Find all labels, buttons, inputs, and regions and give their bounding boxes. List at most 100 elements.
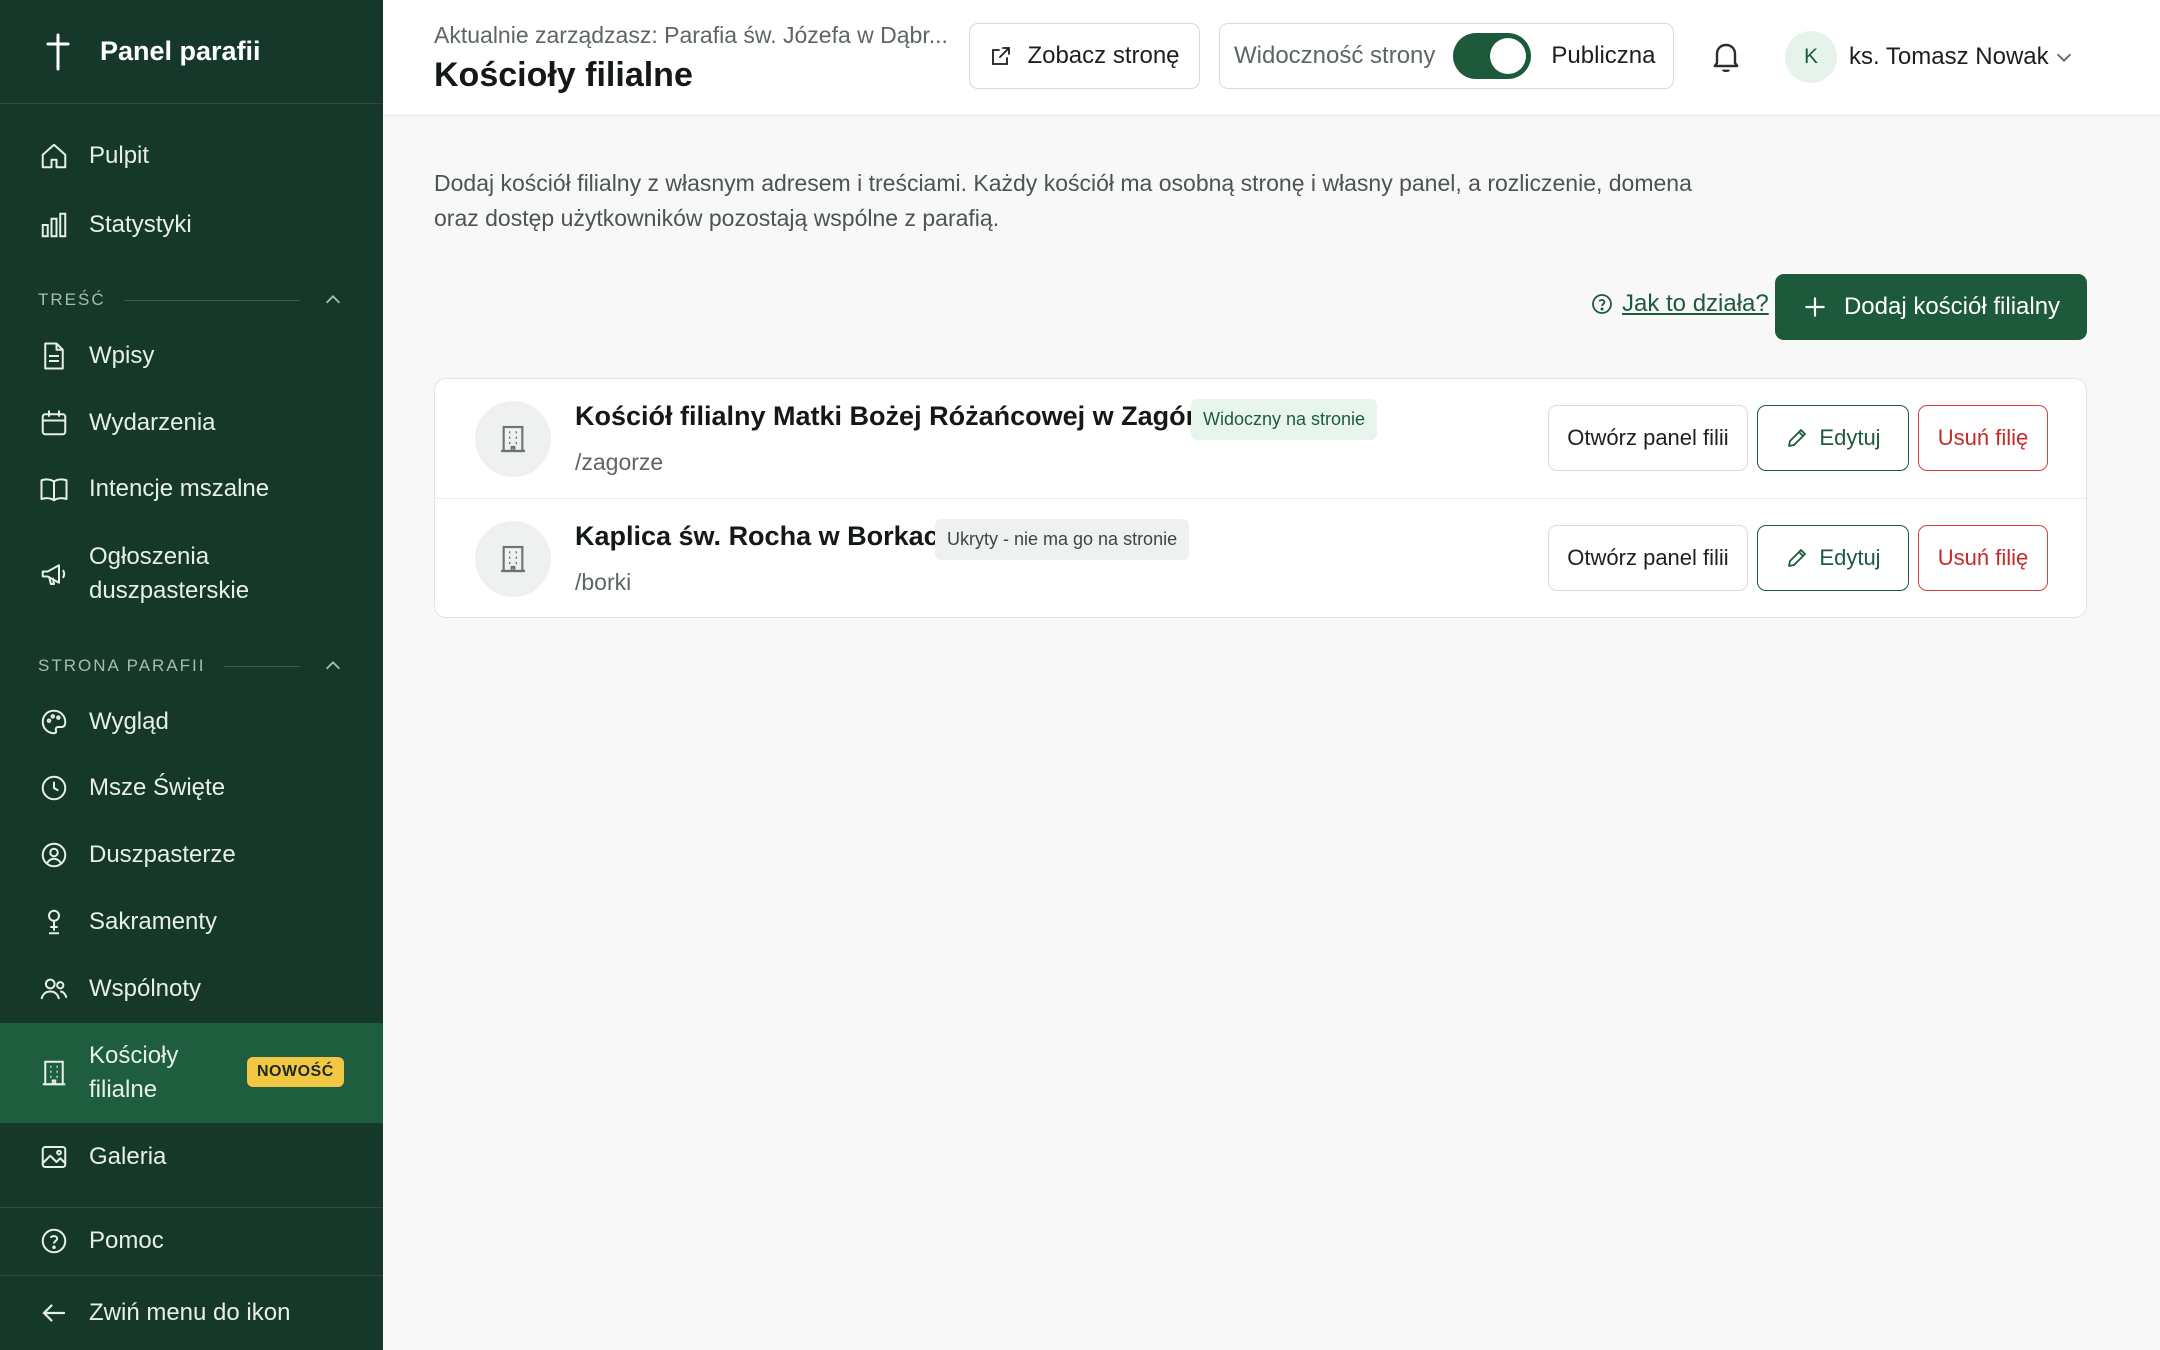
sidebar-item-label: Sakramenty xyxy=(89,908,218,935)
branches-list: Kościół filialny Matki Bożej Różańcowej … xyxy=(434,378,2088,618)
user-circle-icon xyxy=(38,839,70,871)
help-link-label: Jak to działa? xyxy=(1622,290,1769,317)
view-site-label: Zobacz stronę xyxy=(1027,42,1180,69)
sidebar-item-label: Wygląd xyxy=(89,708,169,735)
sidebar-item-galeria[interactable]: Galeria xyxy=(0,1140,383,1174)
add-branch-label: Dodaj kościół filialny xyxy=(1843,293,2061,320)
user-name[interactable]: ks. Tomasz Nowak xyxy=(1849,43,2049,71)
building-icon xyxy=(475,401,551,477)
open-branch-panel-button[interactable]: Otwórz panel filii xyxy=(1548,525,1748,591)
sidebar-item-ogloszenia[interactable]: Ogłoszenia duszpasterskie xyxy=(0,540,383,608)
how-it-works-link[interactable]: Jak to działa? xyxy=(1590,290,1769,318)
sidebar-divider xyxy=(0,1275,383,1276)
sidebar-divider xyxy=(0,1207,383,1208)
book-icon xyxy=(38,473,70,505)
section-title: STRONA PARAFII xyxy=(38,656,206,675)
sidebar-item-label: Wspólnoty xyxy=(89,975,202,1002)
branch-name: Kaplica św. Rocha w Borkach xyxy=(575,521,956,551)
sidebar-item-msze[interactable]: Msze Święte xyxy=(0,771,383,805)
page-title: Kościoły filialne xyxy=(434,56,693,94)
sidebar-item-statystyki[interactable]: Statystyki xyxy=(0,208,383,242)
branch-name: Kościół filialny Matki Bożej Różańcowej … xyxy=(575,401,1227,431)
toggle-knob xyxy=(1490,38,1527,74)
image-icon xyxy=(38,1141,70,1173)
sidebar-item-sakramenty[interactable]: Sakramenty xyxy=(0,905,383,939)
visibility-value: Publiczna xyxy=(1551,42,1656,69)
site-visibility-control: Widoczność strony Publiczna xyxy=(1219,23,1674,89)
status-badge: Ukryty - nie ma go na stronie xyxy=(935,519,1190,560)
home-icon xyxy=(38,140,70,172)
visibility-toggle[interactable] xyxy=(1453,33,1532,79)
sidebar-item-duszpasterze[interactable]: Duszpasterze xyxy=(0,838,383,872)
external-link-icon xyxy=(992,47,1011,65)
view-site-button[interactable]: Zobacz stronę xyxy=(969,23,1200,89)
section-divider xyxy=(123,299,300,301)
sidebar: Panel parafii Pulpit Statystyki TREŚĆ Wp… xyxy=(0,0,383,1350)
avatar[interactable]: K xyxy=(1785,31,1837,83)
open-branch-panel-button[interactable]: Otwórz panel filii xyxy=(1548,405,1748,471)
chevron-up-icon xyxy=(325,661,341,670)
sidebar-item-koscioly-filialne[interactable]: Kościoły filialne NOWOŚĆ xyxy=(0,1023,383,1123)
sidebar-item-label: Intencje mszalne xyxy=(89,475,270,502)
brand-title: Panel parafii xyxy=(100,36,261,66)
new-badge: NOWOŚĆ xyxy=(247,1057,344,1087)
list-item: Kaplica św. Rocha w Borkach Ukryty - nie… xyxy=(435,498,2088,617)
calendar-icon xyxy=(38,407,70,439)
sidebar-item-label: Duszpasterze xyxy=(89,841,236,868)
sidebar-item-wyglad[interactable]: Wygląd xyxy=(0,705,383,739)
top-header: Aktualnie zarządzasz: Parafia św. Józefa… xyxy=(383,0,2160,116)
sidebar-item-label: Wpisy xyxy=(89,342,155,369)
cross-icon xyxy=(46,33,70,70)
list-item: Kościół filialny Matki Bożej Różańcowej … xyxy=(435,379,2088,498)
sidebar-brand[interactable]: Panel parafii xyxy=(0,0,383,104)
chevron-down-icon[interactable] xyxy=(2053,46,2075,73)
section-title: TREŚĆ xyxy=(38,290,106,309)
sidebar-item-label: Ogłoszenia duszpasterskie xyxy=(89,543,250,604)
chalice-icon xyxy=(38,906,70,938)
sidebar-item-pomoc[interactable]: Pomoc xyxy=(0,1224,383,1258)
collapse-menu-button[interactable]: Zwiń menu do ikon xyxy=(0,1296,383,1330)
section-head-strona[interactable]: STRONA PARAFII xyxy=(38,655,344,677)
section-head-tresc[interactable]: TREŚĆ xyxy=(38,289,344,311)
clock-icon xyxy=(38,772,70,804)
users-icon xyxy=(38,973,70,1005)
plus-icon xyxy=(1805,297,1825,317)
edit-branch-button[interactable]: Edytuj xyxy=(1757,405,1909,471)
intro-text: Dodaj kościół filialny z własnym adresem… xyxy=(434,170,1692,231)
sidebar-item-label: Pulpit xyxy=(89,142,150,169)
edit-branch-button[interactable]: Edytuj xyxy=(1757,525,1909,591)
arrow-left-icon xyxy=(38,1297,70,1329)
section-divider xyxy=(223,665,300,667)
sidebar-item-wydarzenia[interactable]: Wydarzenia xyxy=(0,406,383,440)
chevron-up-icon xyxy=(325,295,341,304)
status-badge: Widoczny na stronie xyxy=(1191,399,1378,440)
edit-label: Edytuj xyxy=(1819,545,1881,570)
building-icon xyxy=(475,521,551,597)
help-icon xyxy=(38,1225,70,1257)
branch-slug: /zagorze xyxy=(575,449,664,475)
add-branch-button[interactable]: Dodaj kościół filialny xyxy=(1775,274,2087,340)
bell-icon[interactable] xyxy=(1708,38,1744,81)
sidebar-item-wpisy[interactable]: Wpisy xyxy=(0,339,383,373)
visibility-label: Widoczność strony xyxy=(1234,42,1436,69)
sidebar-item-wspolnoty[interactable]: Wspólnoty xyxy=(0,972,383,1006)
sidebar-item-label: Galeria xyxy=(89,1143,167,1170)
delete-branch-button[interactable]: Usuń filię xyxy=(1918,405,2048,471)
branch-slug: /borki xyxy=(575,569,632,595)
help-circle-icon xyxy=(1592,294,1612,314)
sidebar-item-label: Pomoc xyxy=(89,1227,164,1254)
pencil-icon xyxy=(1788,549,1807,567)
pencil-icon xyxy=(1788,429,1807,447)
megaphone-icon xyxy=(38,558,70,590)
building-icon xyxy=(38,1057,70,1089)
bar-chart-icon xyxy=(38,209,70,241)
sidebar-item-label: Zwiń menu do ikon xyxy=(89,1299,291,1326)
edit-label: Edytuj xyxy=(1819,425,1881,450)
delete-branch-button[interactable]: Usuń filię xyxy=(1918,525,2048,591)
sidebar-item-label: Statystyki xyxy=(89,211,192,238)
document-icon xyxy=(38,340,70,372)
sidebar-item-pulpit[interactable]: Pulpit xyxy=(0,139,383,173)
sidebar-item-intencje[interactable]: Intencje mszalne xyxy=(0,472,383,506)
breadcrumb: Aktualnie zarządzasz: Parafia św. Józefa… xyxy=(434,22,948,48)
sidebar-item-label: Msze Święte xyxy=(89,774,226,801)
